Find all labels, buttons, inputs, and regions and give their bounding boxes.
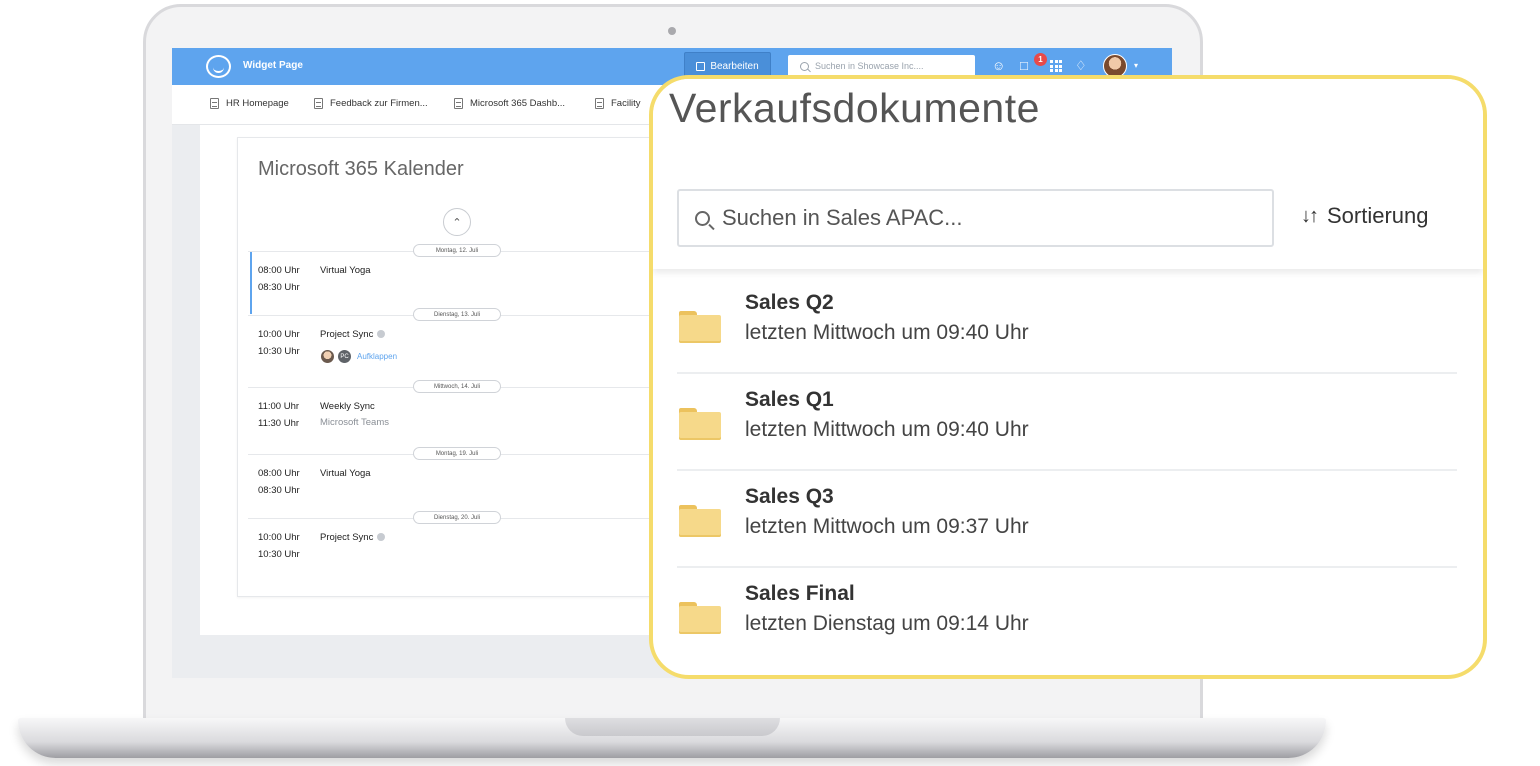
laptop-notch xyxy=(565,718,780,736)
bell-icon[interactable]: ♢ xyxy=(1075,58,1087,74)
document-list: Sales Q2 letzten Mittwoch um 09:40 Uhr S… xyxy=(677,277,1457,665)
laptop-mockup: Widget Page Bearbeiten ☺ □ 1 ♢ ▾ HR Home… xyxy=(0,0,1540,766)
current-event-indicator xyxy=(250,251,252,314)
event-title[interactable]: Weekly Sync xyxy=(320,401,375,412)
folder-modified: letzten Dienstag um 09:14 Uhr xyxy=(745,612,1029,635)
info-icon xyxy=(377,533,386,542)
calendar-widget: Microsoft 365 Kalender ⌃ Montag, 12. Jul… xyxy=(237,137,677,597)
sort-icon: ↓↑ xyxy=(1301,204,1319,227)
camera-dot xyxy=(668,27,676,35)
event-start-time: 08:00 Uhr xyxy=(258,468,300,479)
event-start-time: 10:00 Uhr xyxy=(258,329,300,340)
global-search-input[interactable] xyxy=(815,61,955,71)
edit-icon xyxy=(696,62,706,71)
sort-button[interactable]: ↓↑ Sortierung xyxy=(1301,203,1429,229)
chevron-down-icon[interactable]: ▾ xyxy=(1134,61,1138,70)
page-icon xyxy=(314,98,323,109)
event-title[interactable]: Project Sync xyxy=(320,532,386,543)
list-item[interactable]: Sales Q1 letzten Mittwoch um 09:40 Uhr xyxy=(677,374,1457,471)
sales-documents-widget: Verkaufsdokumente ↓↑ Sortierung Sales Q2… xyxy=(649,75,1487,679)
event-end-time: 08:30 Uhr xyxy=(258,282,300,293)
edit-button-label: Bearbeiten xyxy=(710,61,759,72)
folder-icon xyxy=(679,602,721,634)
widget-header: Verkaufsdokumente ↓↑ Sortierung xyxy=(653,79,1483,269)
page-content: Microsoft 365 Kalender ⌃ Montag, 12. Jul… xyxy=(200,125,677,635)
attendee-avatar: PC xyxy=(337,349,352,364)
document-search[interactable] xyxy=(677,189,1274,247)
date-label: Dienstag, 20. Juli xyxy=(413,511,501,524)
tab-label: HR Homepage xyxy=(226,98,289,109)
list-item[interactable]: Sales Final letzten Dienstag um 09:14 Uh… xyxy=(677,568,1457,665)
folder-icon xyxy=(679,408,721,440)
folder-modified: letzten Mittwoch um 09:40 Uhr xyxy=(745,321,1029,344)
info-icon xyxy=(377,330,386,339)
event-end-time: 10:30 Uhr xyxy=(258,549,300,559)
document-search-input[interactable] xyxy=(722,205,1242,231)
event-title-text: Project Sync xyxy=(320,532,374,543)
page-icon xyxy=(210,98,219,109)
list-item[interactable]: Sales Q2 letzten Mittwoch um 09:40 Uhr xyxy=(677,277,1457,374)
expand-attendees-link[interactable]: Aufklappen xyxy=(357,352,397,361)
tab-m365-dashboard[interactable]: Microsoft 365 Dashb... xyxy=(454,98,565,109)
folder-icon xyxy=(679,311,721,343)
folder-name: Sales Final xyxy=(745,582,855,605)
list-item[interactable]: Sales Q3 letzten Mittwoch um 09:37 Uhr xyxy=(677,471,1457,568)
tab-label: Facility xyxy=(611,98,641,109)
event-end-time: 08:30 Uhr xyxy=(258,485,300,496)
search-icon xyxy=(695,210,710,226)
folder-name: Sales Q3 xyxy=(745,485,834,508)
calendar-title: Microsoft 365 Kalender xyxy=(258,158,464,180)
tab-facility[interactable]: Facility xyxy=(595,98,641,109)
sort-label: Sortierung xyxy=(1327,203,1429,228)
event-title[interactable]: Virtual Yoga xyxy=(320,468,371,479)
folder-name: Sales Q1 xyxy=(745,388,834,411)
tab-hr-homepage[interactable]: HR Homepage xyxy=(210,98,289,109)
tab-label: Microsoft 365 Dashb... xyxy=(470,98,566,109)
date-label: Dienstag, 13. Juli xyxy=(413,308,501,321)
notification-badge: 1 xyxy=(1034,53,1047,66)
attendee-avatar xyxy=(320,349,335,364)
event-start-time: 08:00 Uhr xyxy=(258,265,300,276)
chevron-up-icon: ⌃ xyxy=(452,216,462,229)
app-title: Widget Page xyxy=(243,60,303,71)
date-label: Mittwoch, 14. Juli xyxy=(413,380,501,393)
people-icon[interactable]: ☺ xyxy=(992,58,1005,74)
app-launcher-icon[interactable] xyxy=(1050,60,1062,72)
folder-modified: letzten Mittwoch um 09:40 Uhr xyxy=(745,418,1029,441)
tab-label: Feedback zur Firmen... xyxy=(330,98,428,109)
global-search[interactable] xyxy=(788,55,975,77)
event-location: Microsoft Teams xyxy=(320,417,389,428)
chat-icon[interactable]: □ xyxy=(1020,58,1028,74)
event-title[interactable]: Project Sync xyxy=(320,329,386,340)
event-start-time: 10:00 Uhr xyxy=(258,532,300,543)
event-end-time: 10:30 Uhr xyxy=(258,346,300,357)
app-logo-icon[interactable] xyxy=(206,55,231,78)
folder-name: Sales Q2 xyxy=(745,291,834,314)
event-end-time: 11:30 Uhr xyxy=(258,418,300,429)
scroll-up-button[interactable]: ⌃ xyxy=(443,208,471,236)
page-icon xyxy=(595,98,604,109)
folder-modified: letzten Mittwoch um 09:37 Uhr xyxy=(745,515,1029,538)
event-title-text: Project Sync xyxy=(320,329,374,340)
date-label: Montag, 19. Juli xyxy=(413,447,501,460)
search-icon xyxy=(800,61,809,71)
event-start-time: 11:00 Uhr xyxy=(258,401,300,412)
tab-feedback[interactable]: Feedback zur Firmen... xyxy=(314,98,428,109)
page-icon xyxy=(454,98,463,109)
folder-icon xyxy=(679,505,721,537)
event-title[interactable]: Virtual Yoga xyxy=(320,265,371,276)
date-label: Montag, 12. Juli xyxy=(413,244,501,257)
widget-title: Verkaufsdokumente xyxy=(669,85,1040,131)
